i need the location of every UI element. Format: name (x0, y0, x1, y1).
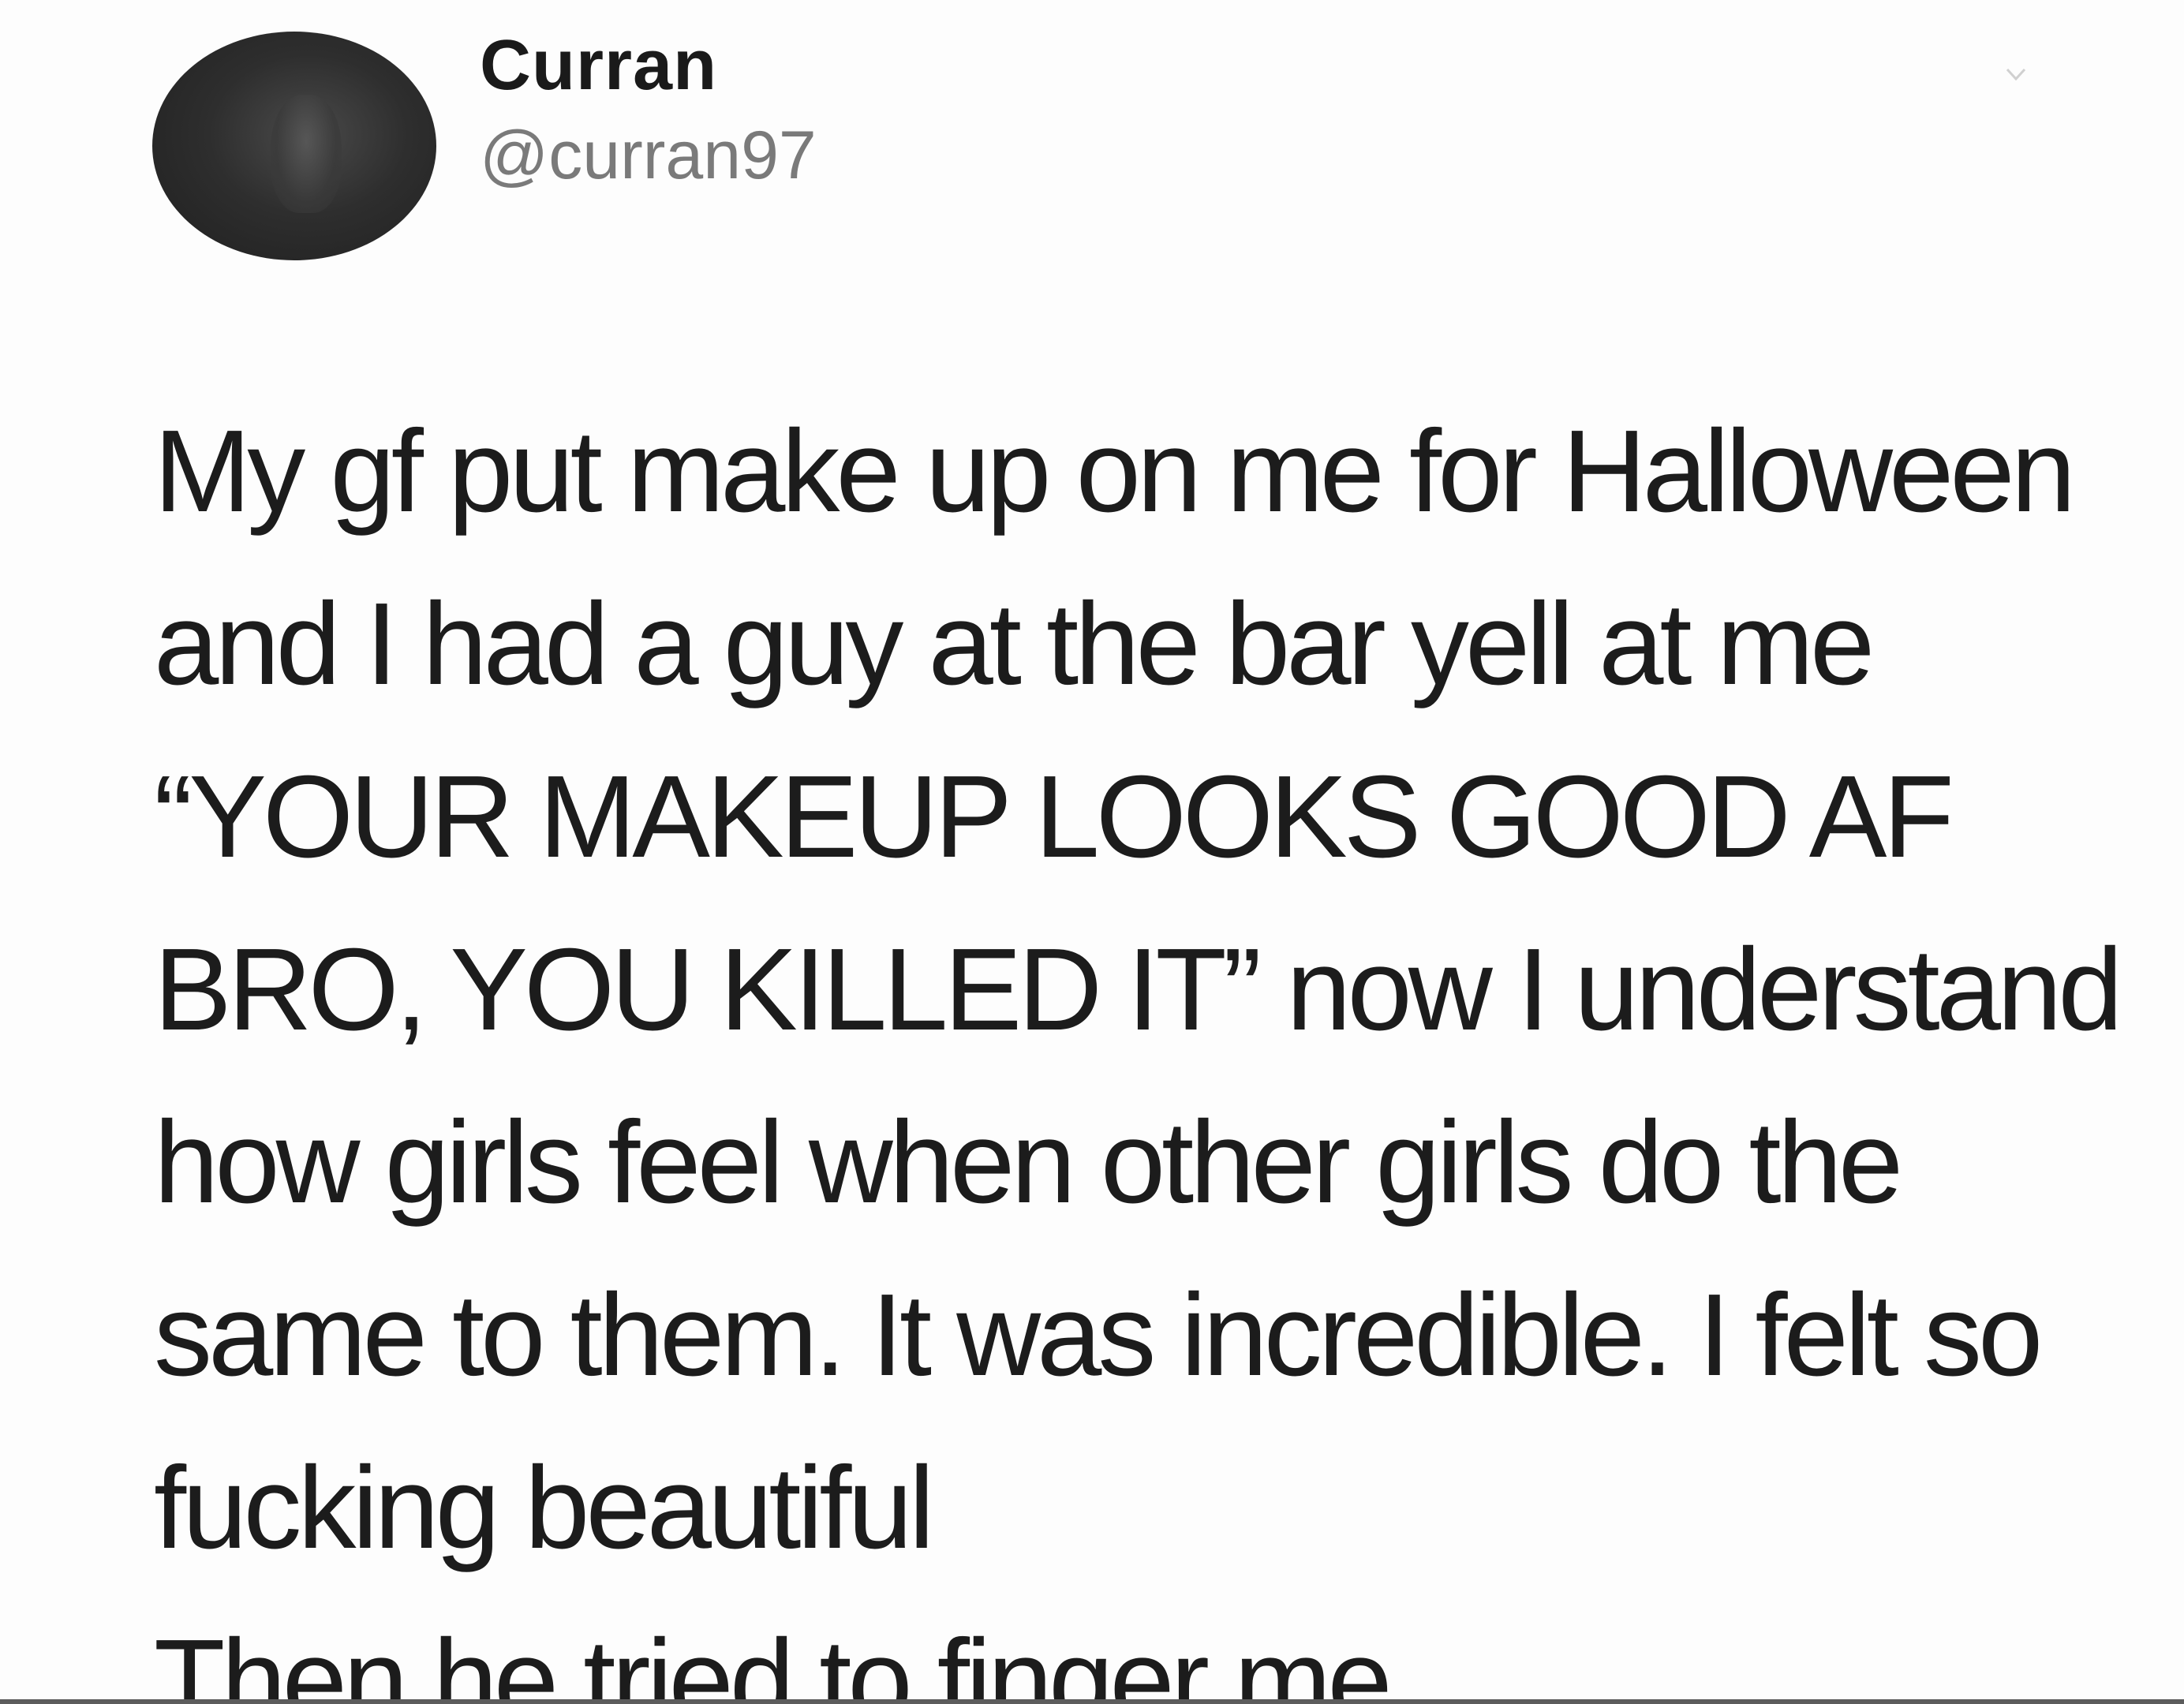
bottom-divider (0, 1699, 2184, 1704)
tweet-text-line: Then he tried to finger me (154, 1616, 1393, 1704)
chevron-down-icon[interactable] (2004, 63, 2028, 87)
author-handle[interactable]: @curran97 (480, 118, 817, 193)
tweet-text-line: and I had a guy at the bar yell at me (154, 579, 1875, 709)
tweet-text-line: My gf put make up on me for Halloween (154, 406, 2076, 536)
tweet-text-line: how girls feel when other girls do the (154, 1097, 1903, 1228)
tweet-text-line: BRO, YOU KILLED IT” now I understand (154, 925, 2123, 1055)
tweet-text: My gf put make up on me for Halloween an… (154, 385, 2123, 1704)
avatar-face (271, 95, 342, 213)
tweet-text-line: same to them. It was incredible. I felt … (154, 1270, 2043, 1400)
tweet-text-line: fucking beautiful (154, 1443, 935, 1573)
author-display-name[interactable]: Curran (480, 27, 717, 105)
avatar[interactable] (152, 32, 436, 260)
tweet-screenshot: Curran @curran97 My gf put make up on me… (0, 0, 2184, 1704)
tweet-text-line: “YOUR MAKEUP LOOKS GOOD AF (154, 752, 1954, 882)
